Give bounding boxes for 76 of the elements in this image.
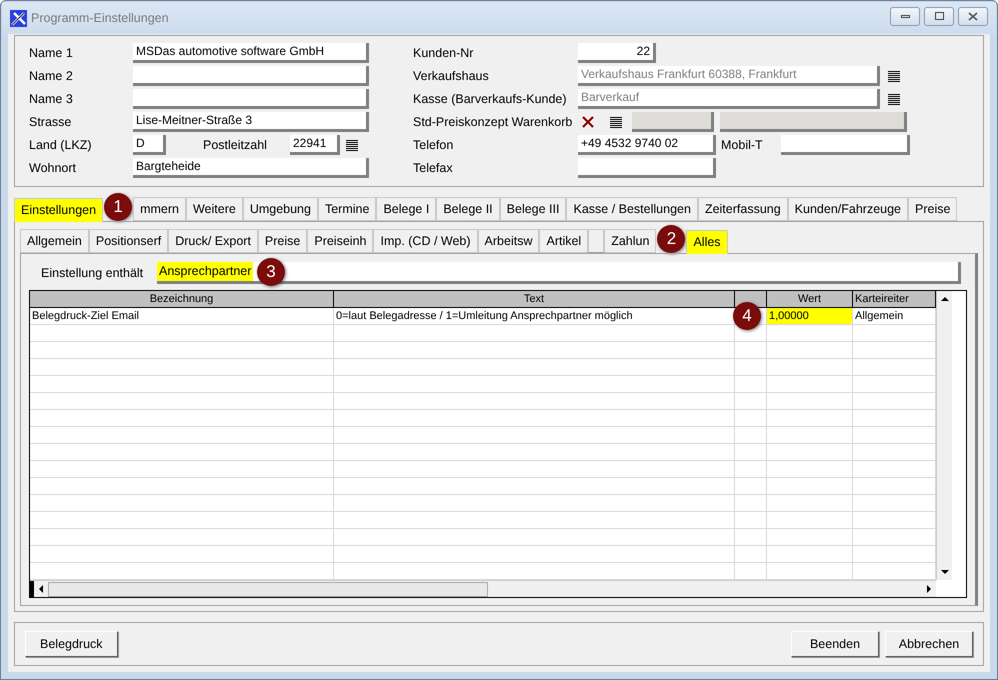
field-label: Kasse (Barverkaufs-Kunde) (413, 90, 568, 108)
number-marker: 2 (657, 225, 686, 253)
column-header[interactable]: Text (334, 291, 735, 307)
tab[interactable]: Belege II (436, 197, 500, 221)
field-label: Name 3 (29, 90, 74, 108)
tab[interactable]: mmern (133, 197, 186, 221)
field-label: Kunden-Nr (413, 44, 474, 62)
table-cell: 1,00000 (767, 308, 853, 324)
tab[interactable]: Einstellungen (14, 198, 104, 222)
tab[interactable]: Zahlun (604, 229, 656, 253)
maximize-button[interactable] (924, 6, 954, 26)
tab[interactable]: Belege III (500, 197, 566, 221)
text-field[interactable] (781, 135, 910, 155)
tab[interactable]: Kasse / Bestellungen (566, 197, 698, 221)
tab[interactable]: Imp. (CD / Web) (373, 229, 478, 253)
tab[interactable]: Preiseinh (307, 229, 374, 253)
field-label: Telefon (413, 136, 454, 154)
field-label: Verkaufshaus (413, 68, 490, 85)
text-field[interactable]: Lise-Meitner-Straße 3 (133, 112, 369, 132)
text-field[interactable]: D (133, 135, 166, 155)
tab[interactable]: Umgebung (242, 197, 318, 221)
column-header[interactable]: Karteireiter (853, 291, 936, 307)
tab[interactable]: Weitere (186, 197, 243, 221)
field-label: Name 1 (29, 44, 74, 62)
tab[interactable]: Kunden/Fahrzeuge (788, 197, 908, 221)
delete-icon[interactable] (582, 116, 594, 128)
column-header[interactable]: Wert (767, 291, 853, 307)
field-label: Strasse (29, 114, 72, 131)
tab[interactable]: Belege I (376, 197, 436, 221)
text-field[interactable]: Bargteheide (133, 158, 369, 178)
field-label: Wohnort (29, 160, 78, 177)
window-title: Programm-Einstellungen (31, 10, 169, 27)
close-icon (968, 12, 978, 20)
tab[interactable]: Alles (686, 230, 728, 254)
list-icon[interactable] (610, 116, 622, 128)
tab[interactable]: Druck/ Export (168, 229, 258, 253)
filter-value: Ansprechpartner (157, 262, 254, 281)
tab[interactable]: Artikel (539, 229, 588, 253)
field-label: Land (LKZ) (29, 136, 93, 154)
dialog-button[interactable]: Abbrechen (885, 631, 973, 657)
field-label: Std-Preiskonzept Warenkorb (413, 114, 574, 131)
list-icon[interactable] (888, 70, 900, 82)
text-field[interactable] (133, 89, 369, 109)
text-field[interactable] (133, 66, 369, 86)
tab[interactable]: Termine (318, 197, 376, 221)
filter-label: Einstellung enthält (41, 264, 144, 282)
tab[interactable]: Allgemein (20, 229, 89, 253)
list-icon[interactable] (888, 94, 900, 104)
app-icon (10, 10, 27, 26)
field-label: Postleitzahl (203, 136, 268, 154)
tab[interactable]: Positionserf (88, 229, 168, 253)
field-label: Telefax (413, 160, 454, 177)
minimize-button[interactable] (890, 6, 920, 26)
text-field[interactable] (578, 158, 716, 178)
tab[interactable]: Zeiterfassung (698, 197, 788, 221)
number-marker: 3 (257, 258, 285, 286)
column-header[interactable]: Bezeichnung (30, 291, 334, 307)
field-label: Name 2 (29, 68, 74, 85)
text-field[interactable]: 22941 (290, 135, 340, 155)
table-cell: Belegdruck-Ziel Email (30, 308, 334, 324)
close-button[interactable] (958, 6, 988, 26)
number-marker: 4 (733, 302, 761, 330)
list-icon[interactable] (346, 140, 358, 150)
text-field[interactable]: +49 4532 9740 02 (578, 135, 716, 155)
tab[interactable]: Preise (258, 229, 308, 253)
horizontal-scrollbar[interactable] (30, 580, 936, 597)
field-label: Mobil-T (721, 136, 764, 154)
print-button[interactable]: Belegdruck (25, 631, 118, 657)
text-field[interactable]: MSDas automotive software GmbH (133, 43, 369, 63)
tab[interactable]: Arbeitsw (478, 229, 540, 253)
text-field[interactable]: 22 (578, 43, 656, 63)
number-marker: 1 (104, 193, 132, 221)
vertical-scrollbar[interactable] (936, 291, 952, 580)
dialog-button[interactable]: Beenden (791, 631, 879, 657)
tab[interactable]: Preise (908, 197, 958, 221)
scroll-thumb[interactable] (48, 582, 488, 596)
